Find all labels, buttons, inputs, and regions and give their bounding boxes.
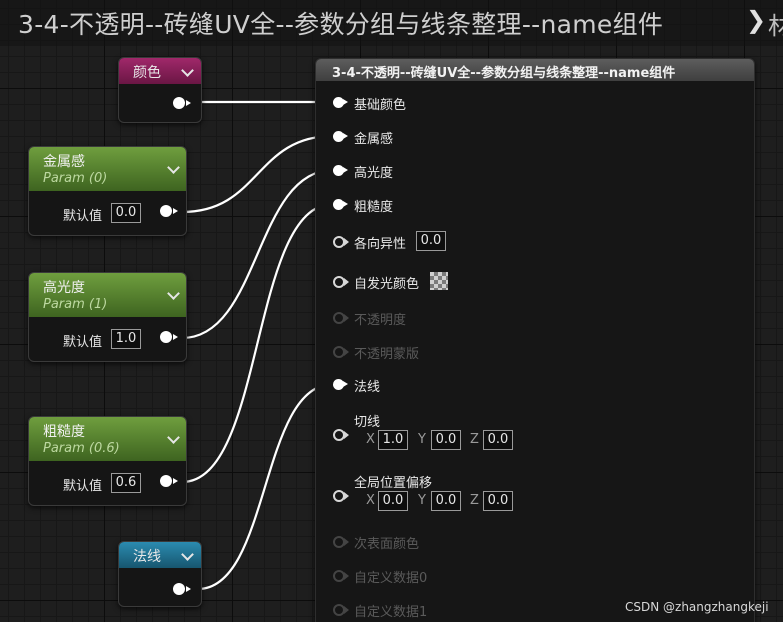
metallic-parameter-header[interactable]: 金属感 Param (0) bbox=[29, 147, 186, 191]
tangent-x-label: X bbox=[366, 432, 375, 447]
wire-roughness-to-roughness bbox=[181, 202, 334, 484]
tangent-z-label: Z bbox=[470, 432, 479, 447]
tangent-y-label: Y bbox=[418, 432, 426, 447]
default-value-label: 默认值 bbox=[63, 209, 103, 224]
material-function-node[interactable]: 3-4-不透明--砖缝UV全--参数分组与线条整理--name组件 基础颜色 金… bbox=[315, 58, 755, 622]
breadcrumb-bar: 3-4-不透明--砖缝UV全--参数分组与线条整理--name组件 ❯ 材 bbox=[0, 0, 783, 46]
metallic-parameter-default: Param (0) bbox=[43, 171, 108, 186]
tangent-x-input[interactable]: 1.0 bbox=[378, 430, 408, 450]
input-pin-custom-data-0 bbox=[333, 570, 349, 582]
wpo-x-input[interactable]: 0.0 bbox=[378, 491, 408, 511]
metallic-output-pin[interactable] bbox=[160, 205, 178, 217]
specular-parameter-default: Param (1) bbox=[43, 297, 108, 312]
specular-default-input[interactable]: 1.0 bbox=[111, 329, 141, 349]
specular-parameter-node[interactable]: 高光度 Param (1) 默认值 1.0 bbox=[28, 272, 187, 362]
default-value-label: 默认值 bbox=[63, 479, 103, 494]
input-label-specular: 高光度 bbox=[354, 166, 394, 181]
wpo-y-input[interactable]: 0.0 bbox=[431, 491, 461, 511]
color-output-pin[interactable] bbox=[173, 97, 191, 109]
input-pin-metallic[interactable] bbox=[333, 131, 348, 142]
material-function-header[interactable]: 3-4-不透明--砖缝UV全--参数分组与线条整理--name组件 bbox=[316, 59, 754, 81]
wire-specular-to-specular bbox=[181, 168, 334, 340]
input-label-anisotropy: 各向异性 bbox=[354, 237, 407, 252]
input-pin-anisotropy[interactable] bbox=[333, 236, 349, 248]
chevron-right-icon: ❯ bbox=[746, 6, 767, 34]
wpo-x-label: X bbox=[366, 493, 375, 508]
input-label-base-color: 基础颜色 bbox=[354, 98, 407, 113]
breadcrumb-next[interactable]: 材 bbox=[768, 6, 783, 41]
metallic-parameter-name: 金属感 bbox=[43, 154, 85, 170]
material-function-title: 3-4-不透明--砖缝UV全--参数分组与线条整理--name组件 bbox=[332, 66, 676, 81]
material-graph-canvas[interactable]: 3-4-不透明--砖缝UV全--参数分组与线条整理--name组件 ❯ 材 颜色… bbox=[0, 0, 783, 622]
color-parameter-header[interactable]: 颜色 bbox=[119, 58, 201, 84]
input-label-normal: 法线 bbox=[354, 380, 381, 395]
roughness-parameter-name: 粗糙度 bbox=[43, 424, 85, 440]
emissive-color-swatch[interactable] bbox=[430, 272, 448, 290]
input-label-custom-data-0: 自定义数据0 bbox=[354, 571, 428, 586]
input-label-opacity: 不透明度 bbox=[354, 313, 407, 328]
anisotropy-input[interactable]: 0.0 bbox=[416, 231, 446, 251]
default-value-label: 默认值 bbox=[63, 335, 103, 350]
specular-parameter-header[interactable]: 高光度 Param (1) bbox=[29, 273, 186, 317]
normal-parameter-label: 法线 bbox=[133, 549, 161, 565]
input-label-roughness: 粗糙度 bbox=[354, 200, 394, 215]
normal-parameter-node[interactable]: 法线 bbox=[118, 541, 202, 607]
normal-output-pin[interactable] bbox=[173, 583, 191, 595]
metallic-parameter-node[interactable]: 金属感 Param (0) 默认值 0.0 bbox=[28, 146, 187, 236]
roughness-parameter-default: Param (0.6) bbox=[43, 441, 120, 456]
input-label-opacity-mask: 不透明蒙版 bbox=[354, 347, 420, 362]
wire-metallic-to-metallic bbox=[181, 134, 334, 214]
tangent-z-input[interactable]: 0.0 bbox=[483, 430, 513, 450]
wpo-z-label: Z bbox=[470, 493, 479, 508]
chevron-down-icon[interactable] bbox=[181, 548, 194, 561]
color-parameter-node[interactable]: 颜色 bbox=[118, 57, 202, 123]
input-pin-opacity bbox=[333, 312, 349, 324]
normal-parameter-header[interactable]: 法线 bbox=[119, 542, 201, 568]
input-pin-specular[interactable] bbox=[333, 165, 348, 176]
input-pin-tangent[interactable] bbox=[333, 429, 349, 441]
input-pin-subsurface-color bbox=[333, 536, 349, 548]
specular-output-pin[interactable] bbox=[160, 331, 178, 343]
chevron-down-icon[interactable] bbox=[167, 431, 180, 444]
input-pin-normal[interactable] bbox=[333, 379, 348, 390]
input-pin-opacity-mask bbox=[333, 346, 349, 358]
input-label-tangent: 切线 bbox=[354, 415, 381, 430]
tangent-y-input[interactable]: 0.0 bbox=[431, 430, 461, 450]
roughness-default-input[interactable]: 0.6 bbox=[111, 473, 141, 493]
input-label-subsurface-color: 次表面颜色 bbox=[354, 537, 420, 552]
input-pin-custom-data-1 bbox=[333, 604, 349, 616]
roughness-output-pin[interactable] bbox=[160, 475, 178, 487]
input-pin-base-color[interactable] bbox=[333, 97, 348, 108]
chevron-down-icon[interactable] bbox=[167, 161, 180, 174]
wpo-y-label: Y bbox=[418, 493, 426, 508]
wpo-z-input[interactable]: 0.0 bbox=[483, 491, 513, 511]
chevron-down-icon[interactable] bbox=[167, 287, 180, 300]
input-label-world-position-offset: 全局位置偏移 bbox=[354, 476, 433, 491]
watermark: CSDN @zhangzhangkeji bbox=[625, 600, 769, 614]
breadcrumb-title[interactable]: 3-4-不透明--砖缝UV全--参数分组与线条整理--name组件 bbox=[18, 5, 663, 41]
input-pin-emissive[interactable] bbox=[333, 276, 349, 288]
roughness-parameter-header[interactable]: 粗糙度 Param (0.6) bbox=[29, 417, 186, 461]
wire-normal-to-normal bbox=[197, 382, 334, 591]
input-pin-roughness[interactable] bbox=[333, 199, 348, 210]
metallic-default-input[interactable]: 0.0 bbox=[111, 203, 141, 223]
input-label-emissive: 自发光颜色 bbox=[354, 277, 420, 292]
input-label-metallic: 金属感 bbox=[354, 132, 394, 147]
input-label-custom-data-1: 自定义数据1 bbox=[354, 605, 428, 620]
input-pin-world-position-offset[interactable] bbox=[333, 490, 349, 502]
roughness-parameter-node[interactable]: 粗糙度 Param (0.6) 默认值 0.6 bbox=[28, 416, 187, 506]
color-parameter-label: 颜色 bbox=[133, 65, 161, 81]
chevron-down-icon[interactable] bbox=[181, 64, 194, 77]
specular-parameter-name: 高光度 bbox=[43, 280, 85, 296]
